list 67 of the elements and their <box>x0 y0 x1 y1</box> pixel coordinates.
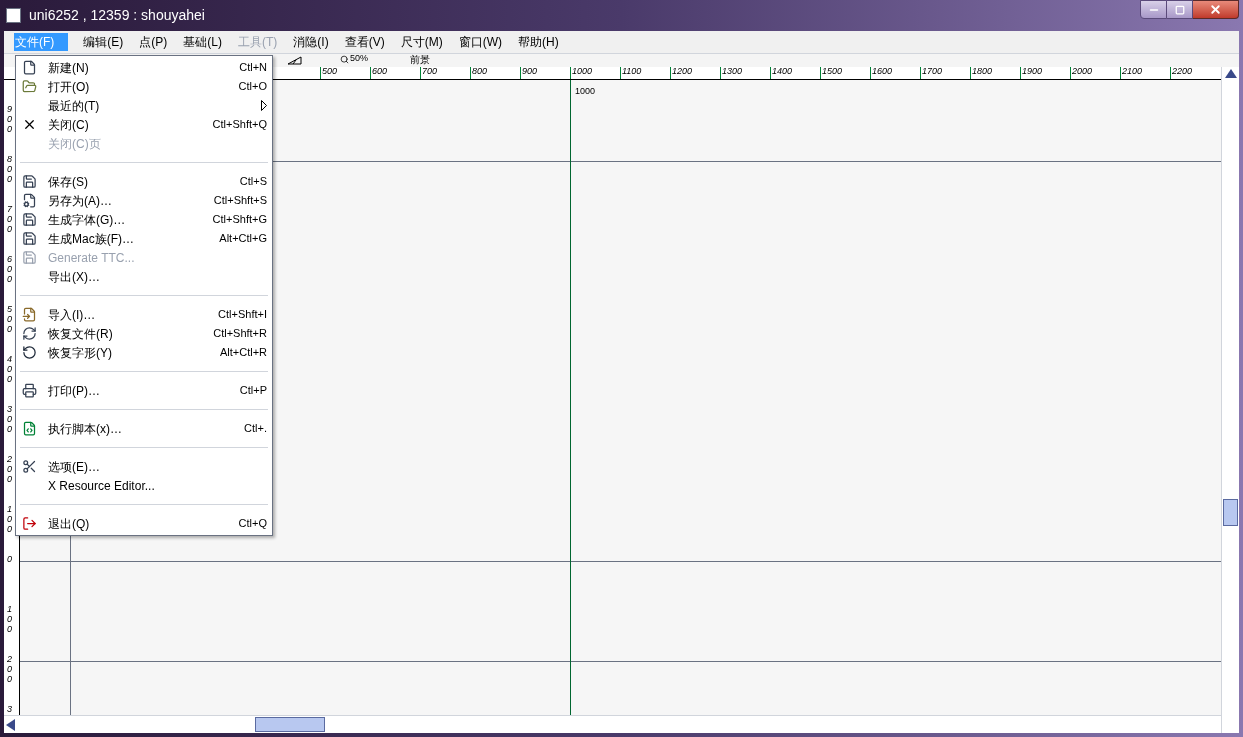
menu-label: 保存(S) <box>48 173 88 191</box>
ruler-label: 1200 <box>672 65 693 78</box>
ruler-label: 1000 <box>572 65 593 78</box>
ruler-label: 900 <box>522 65 538 78</box>
ruler-label: 200 <box>7 455 13 485</box>
ruler-label: 400 <box>7 355 13 385</box>
menu-shortcut: Ctl+Q <box>238 516 267 532</box>
menu-shortcut: Ctl+Shft+S <box>213 193 267 209</box>
ruler-label: 700 <box>7 205 13 235</box>
menu-shortcut: Ctl+Shft+G <box>212 212 267 228</box>
menu-shortcut: Ctl+P <box>239 383 267 399</box>
menu-shortcut: Alt+Ctl+R <box>219 345 267 361</box>
ruler-label: 1600 <box>872 65 893 78</box>
ruler-label: 900 <box>7 105 13 135</box>
menu-shortcut: Ctl+Shft+Q <box>212 117 267 133</box>
ruler-label: 500 <box>322 65 338 78</box>
window-title: uni6252 , 12359 : shouyahei <box>29 6 205 25</box>
menu-label: 执行脚本(x)… <box>48 420 122 438</box>
menu-label: 最近的(T) <box>48 97 100 115</box>
ruler-label: 1300 <box>722 65 743 78</box>
menu-label: 另存为(A)… <box>48 192 112 210</box>
layer-label: 前景 <box>410 53 430 67</box>
menu-shortcut: Ctl+N <box>239 60 267 76</box>
ruler-label: 600 <box>372 65 388 78</box>
ruler-label: 1500 <box>822 65 843 78</box>
ruler-label: 300 <box>7 405 13 435</box>
menu-label: 关闭(C)页 <box>48 135 101 153</box>
ruler-label: 3 <box>7 705 13 715</box>
menu-label: 导出(X)… <box>48 268 100 286</box>
ruler-label: 500 <box>7 305 13 335</box>
ruler-label: 1700 <box>922 65 943 78</box>
menu-label: 关闭(C) <box>48 116 89 134</box>
ruler-label: 1900 <box>1022 65 1043 78</box>
menu-shortcut: Ctl+S <box>239 174 267 190</box>
menu-label: 生成Mac族(F)… <box>48 230 134 248</box>
ruler-label: 2000 <box>1072 65 1093 78</box>
ruler-label: 1800 <box>972 65 993 78</box>
menu-shortcut: Ctl+. <box>244 421 267 437</box>
menu-label: 新建(N) <box>48 59 89 77</box>
menu-label: 打开(O) <box>48 78 90 96</box>
ruler-label: 800 <box>472 65 488 78</box>
menu-label: 打印(P)… <box>48 382 100 400</box>
ruler-label: 2100 <box>1122 65 1143 78</box>
ruler-label: 1100 <box>622 65 642 78</box>
ruler-label: 1400 <box>772 65 793 78</box>
menu-shortcut: Alt+Ctl+G <box>219 231 267 247</box>
ruler-label: 0 <box>7 555 13 565</box>
ruler-label: 600 <box>7 255 13 285</box>
menu-shortcut: Ctl+Shft+R <box>213 326 267 342</box>
ruler-label: 200 <box>7 655 13 685</box>
menu-label: 选项(E)… <box>48 458 100 476</box>
menu-shortcut: Ctl+O <box>238 79 267 95</box>
guide-label: 1000 <box>575 85 596 98</box>
menu-label: 导入(I)… <box>48 306 96 324</box>
menu-label: 退出(Q) <box>48 515 90 533</box>
menu-label: X Resource Editor... <box>48 477 155 495</box>
ruler-label: 700 <box>422 65 438 78</box>
menu-label: 生成字体(G)… <box>48 211 126 229</box>
zoom-level: 50% <box>350 52 368 65</box>
ruler-label: 2200 <box>1172 65 1193 78</box>
ruler-label: 800 <box>7 155 13 185</box>
menu-shortcut: Ctl+Shft+I <box>218 307 267 323</box>
menu-label: Generate TTC... <box>48 249 135 267</box>
ruler-label: 100 <box>7 605 13 635</box>
menu-label: 恢复文件(R) <box>48 325 113 343</box>
ruler-label: 100 <box>7 505 13 535</box>
menu-label: 恢复字形(Y) <box>48 344 112 362</box>
